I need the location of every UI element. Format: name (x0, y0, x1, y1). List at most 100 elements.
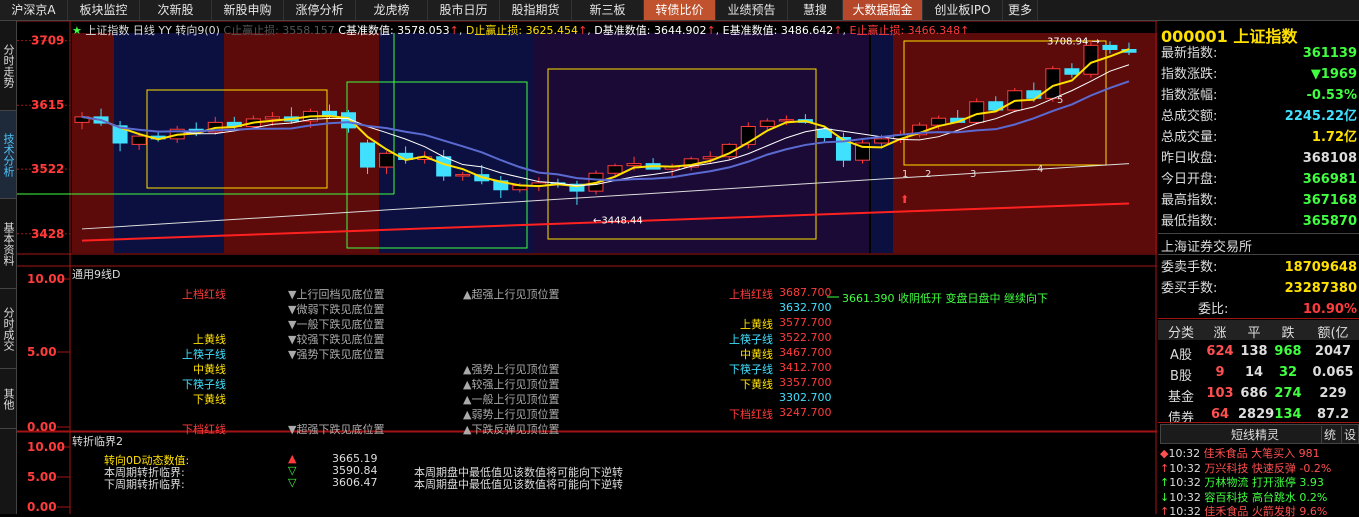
p2-tick-1: 5.00 (27, 345, 57, 359)
left-tab-4[interactable]: 其他 (0, 369, 16, 429)
left-tab-1[interactable]: 技术分析 (0, 111, 16, 199)
class-table-cell: 229 (1319, 386, 1347, 401)
quote-row: 指数涨幅: -0.53% (1158, 85, 1359, 106)
quote-key: 指数涨幅: (1161, 88, 1218, 103)
top-tab-8[interactable]: 新三板 (572, 0, 644, 20)
p3-tick-0: 10.00 (27, 440, 65, 454)
sprite-tab-1[interactable]: 设 (1341, 426, 1358, 443)
header-c-base: C基准数值: 3578.053 (338, 24, 450, 37)
rpanel-sep-1 (1158, 254, 1359, 255)
y-tick-2: 3522 (31, 162, 64, 176)
sprite-title: 短线精灵 (1231, 428, 1280, 442)
left-tab-3[interactable]: 分时成交 (0, 289, 16, 369)
quote-row: 今日开盘: 366981 (1158, 169, 1359, 190)
candle-body (321, 110, 337, 116)
top-tab-10[interactable]: 业绩预告 (716, 0, 788, 20)
sprite-value: -0.2% (1299, 461, 1332, 474)
p2-mid2-label: ▲较强上行见顶位置 (463, 378, 560, 391)
top-tab-bar: 沪深京A 板块监控 次新股 新股申购 涨停分析 龙虎榜 股市日历 股指期货 新三板 转债比价 业绩预… (0, 0, 1359, 21)
p2-right-label: 上筷子线 (729, 333, 773, 346)
p2-mid-label: ▼较强下跌见底位置 (288, 333, 385, 346)
sprite-stock: 佳禾食品 (1200, 505, 1252, 517)
left-tab-0[interactable]: 分时走势 (0, 21, 16, 111)
class-table-head: 额(亿 (1317, 326, 1349, 341)
p3-tick-2: 0.00 (27, 500, 57, 514)
quote-key: 总成交额: (1161, 109, 1218, 124)
sprite-stock: 万兴科技 (1200, 461, 1252, 474)
p2-right-value: 3687.700 (779, 286, 832, 299)
p3-row-value: 3606.47 (332, 476, 378, 489)
top-tab-2[interactable]: 次新股 (140, 0, 212, 20)
top-tab-4[interactable]: 涨停分析 (284, 0, 356, 20)
sprite-event: 快速反弹 (1251, 461, 1300, 474)
class-table-cell: 14 (1244, 365, 1264, 380)
header-indicator: 转向9(0) (175, 24, 220, 37)
p2-right-value: 3632.700 (779, 301, 832, 314)
left-tab-2[interactable]: 基本资料 (0, 199, 16, 289)
sprite-tab-0[interactable]: 统 (1321, 426, 1338, 443)
header-e-base: E基准数值: 3486.642 (722, 24, 834, 37)
quote-value: 1.72亿 (1311, 130, 1357, 145)
p3-row-note: 本周期盘中最低值见该数值将可能向下逆转 (414, 478, 623, 491)
sprite-symbol: ↓ (1160, 490, 1170, 503)
top-tab-0[interactable]: 沪深京A (0, 0, 68, 20)
top-tab-3[interactable]: 新股申购 (212, 0, 284, 20)
top-tab-12[interactable]: 大数据掘金 (843, 0, 923, 20)
quote-row: 最新指数: 361139 (1158, 43, 1359, 64)
class-table-head: 跌 (1281, 326, 1295, 341)
p2-right-value: 3412.700 (779, 361, 832, 374)
candle-body (264, 116, 280, 120)
exchange-name: 上海证券交易所 (1161, 240, 1253, 255)
p2-right-label: 下黄线 (740, 378, 773, 391)
header-c-stop: C止赢止损: 3558.157 (223, 24, 335, 37)
quote-key: 最新指数: (1161, 46, 1218, 61)
class-table-cell: 624 (1206, 344, 1234, 359)
p2-mid-label: ▼上行回档见底位置 (288, 288, 385, 301)
sprite-row[interactable]: ◆10:32 佳禾食品 大笔买入 981 (1160, 445, 1357, 459)
quote-value: 361139 (1302, 46, 1357, 61)
p2-right-label: 中黄线 (740, 348, 773, 361)
sprite-row[interactable]: ↑10:32 万林物流 打开涨停 3.93 (1160, 474, 1357, 488)
p2-mid-label: ▼一般下跌见底位置 (288, 318, 385, 331)
p3-row-symbol: ▽ (288, 476, 297, 489)
candle-body (360, 142, 376, 168)
p2-left-label: 上筷子线 (182, 348, 226, 361)
p2-mid-label: ▼强势下跌见底位置 (288, 348, 385, 361)
main-chart-area[interactable]: 3709 3615 3522 3428 3708.94 → ←3448.44 1 2 3 4 5 ⬆ 1… (17, 21, 1157, 514)
p2-right-value: 3302.700 (779, 391, 832, 404)
top-tab-14[interactable]: 更多 (1003, 0, 1038, 20)
candle-body (1102, 44, 1118, 50)
panel2-title: 通用9线D (72, 268, 121, 281)
sprite-value: 0.2% (1299, 490, 1328, 503)
sprite-row[interactable]: ↑10:32 万兴科技 快速反弹 -0.2% (1160, 460, 1357, 474)
rpanel-sep-0 (1158, 233, 1359, 234)
top-tab-13[interactable]: 创业板IPO (923, 0, 1003, 20)
top-tab-11[interactable]: 慧搜 (788, 0, 843, 20)
p2-tick-2: 0.00 (27, 420, 57, 434)
p2-right-value: 3247.700 (779, 406, 832, 419)
top-tab-1[interactable]: 板块监控 (68, 0, 140, 20)
candle-body (969, 101, 985, 123)
quote-row: 最低指数: 365870 (1158, 211, 1359, 232)
sprite-time: 10:32 (1169, 505, 1201, 517)
top-tab-9[interactable]: 转债比价 (644, 0, 716, 20)
quote-row: 总成交额: 2245.22亿 (1158, 106, 1359, 127)
sprite-event: 高台跳水 (1251, 490, 1300, 503)
sprite-event: 打开涨停 (1251, 476, 1300, 488)
sprite-value: 981 (1298, 447, 1320, 459)
top-tab-6[interactable]: 股市日历 (428, 0, 500, 20)
mark-3: 3 (970, 169, 976, 180)
sprite-row[interactable]: ↑10:32 佳禾食品 火箭发射 9.6% (1160, 503, 1357, 517)
top-tab-7[interactable]: 股指期货 (500, 0, 572, 20)
chart-header: ★ 上证指数 日线 YY 转向9(0) C止赢止损: 3558.157 C基准数… (72, 24, 970, 37)
header-e-stop: E止赢止损: 3466.348 (849, 24, 961, 37)
sprite-time: 10:32 (1169, 461, 1201, 474)
mark-2: 2 (925, 169, 931, 180)
sprite-symbol: ↑ (1160, 461, 1170, 474)
y-tick-1: 3615 (31, 98, 64, 112)
sprite-row[interactable]: ↓10:32 容百科技 高台跳水 0.2% (1160, 489, 1357, 503)
quote-row: 昨日收盘: 368108 (1158, 148, 1359, 169)
p2-mid-label: ▼微弱下跌见底位置 (288, 303, 385, 316)
rpanel-sep-3 (1158, 422, 1359, 423)
top-tab-5[interactable]: 龙虎榜 (356, 0, 428, 20)
